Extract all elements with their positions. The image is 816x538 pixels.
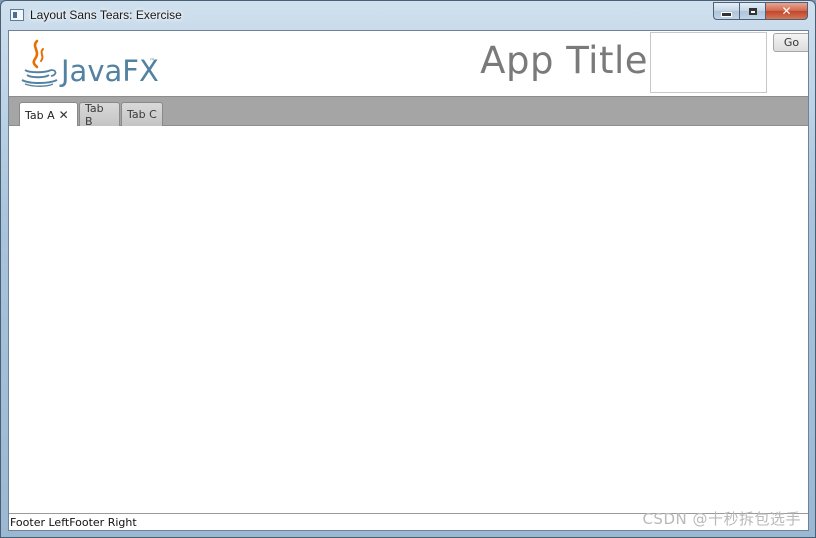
tab-close-icon[interactable]: ✕ xyxy=(59,108,69,122)
logo-wordmark: JavaFX xyxy=(59,54,159,88)
watermark-text: CSDN @十秒拆包选手 xyxy=(642,510,801,528)
header-bar: JavaFX ™ App Title Go xyxy=(9,31,808,96)
tab-content xyxy=(9,126,808,515)
footer-left: Footer Left xyxy=(10,515,70,529)
go-button[interactable]: Go xyxy=(773,33,808,52)
tab-c-label: Tab C xyxy=(127,108,157,121)
tab-b-label: Tab B xyxy=(85,101,104,128)
maximize-button[interactable] xyxy=(739,2,765,20)
minimize-icon xyxy=(721,11,732,17)
tab-strip: Tab A ✕ Tab B Tab C xyxy=(9,96,808,128)
tab-b[interactable]: Tab B xyxy=(79,101,120,128)
app-window: Layout Sans Tears: Exercise ✕ JavaFX ™ A… xyxy=(0,0,816,538)
search-input[interactable] xyxy=(650,32,767,93)
app-window-icon[interactable] xyxy=(10,9,24,21)
maximize-icon xyxy=(748,7,757,15)
title-bar[interactable]: Layout Sans Tears: Exercise ✕ xyxy=(1,1,815,30)
client-area: JavaFX ™ App Title Go Tab A ✕ Tab B Tab … xyxy=(8,30,809,531)
tab-c[interactable]: Tab C xyxy=(121,102,163,126)
close-icon: ✕ xyxy=(781,4,792,18)
app-title: App Title xyxy=(480,39,648,82)
tab-a-label: Tab A xyxy=(25,108,55,122)
tab-a[interactable]: Tab A ✕ xyxy=(19,102,78,127)
close-button[interactable]: ✕ xyxy=(765,2,808,20)
javafx-logo: JavaFX ™ xyxy=(19,37,159,89)
window-title: Layout Sans Tears: Exercise xyxy=(30,8,182,22)
window-controls: ✕ xyxy=(713,2,808,21)
minimize-button[interactable] xyxy=(713,2,739,20)
footer-right: Footer Right xyxy=(69,515,137,529)
java-cup-icon: JavaFX ™ xyxy=(21,39,159,88)
logo-trademark: ™ xyxy=(149,58,155,65)
